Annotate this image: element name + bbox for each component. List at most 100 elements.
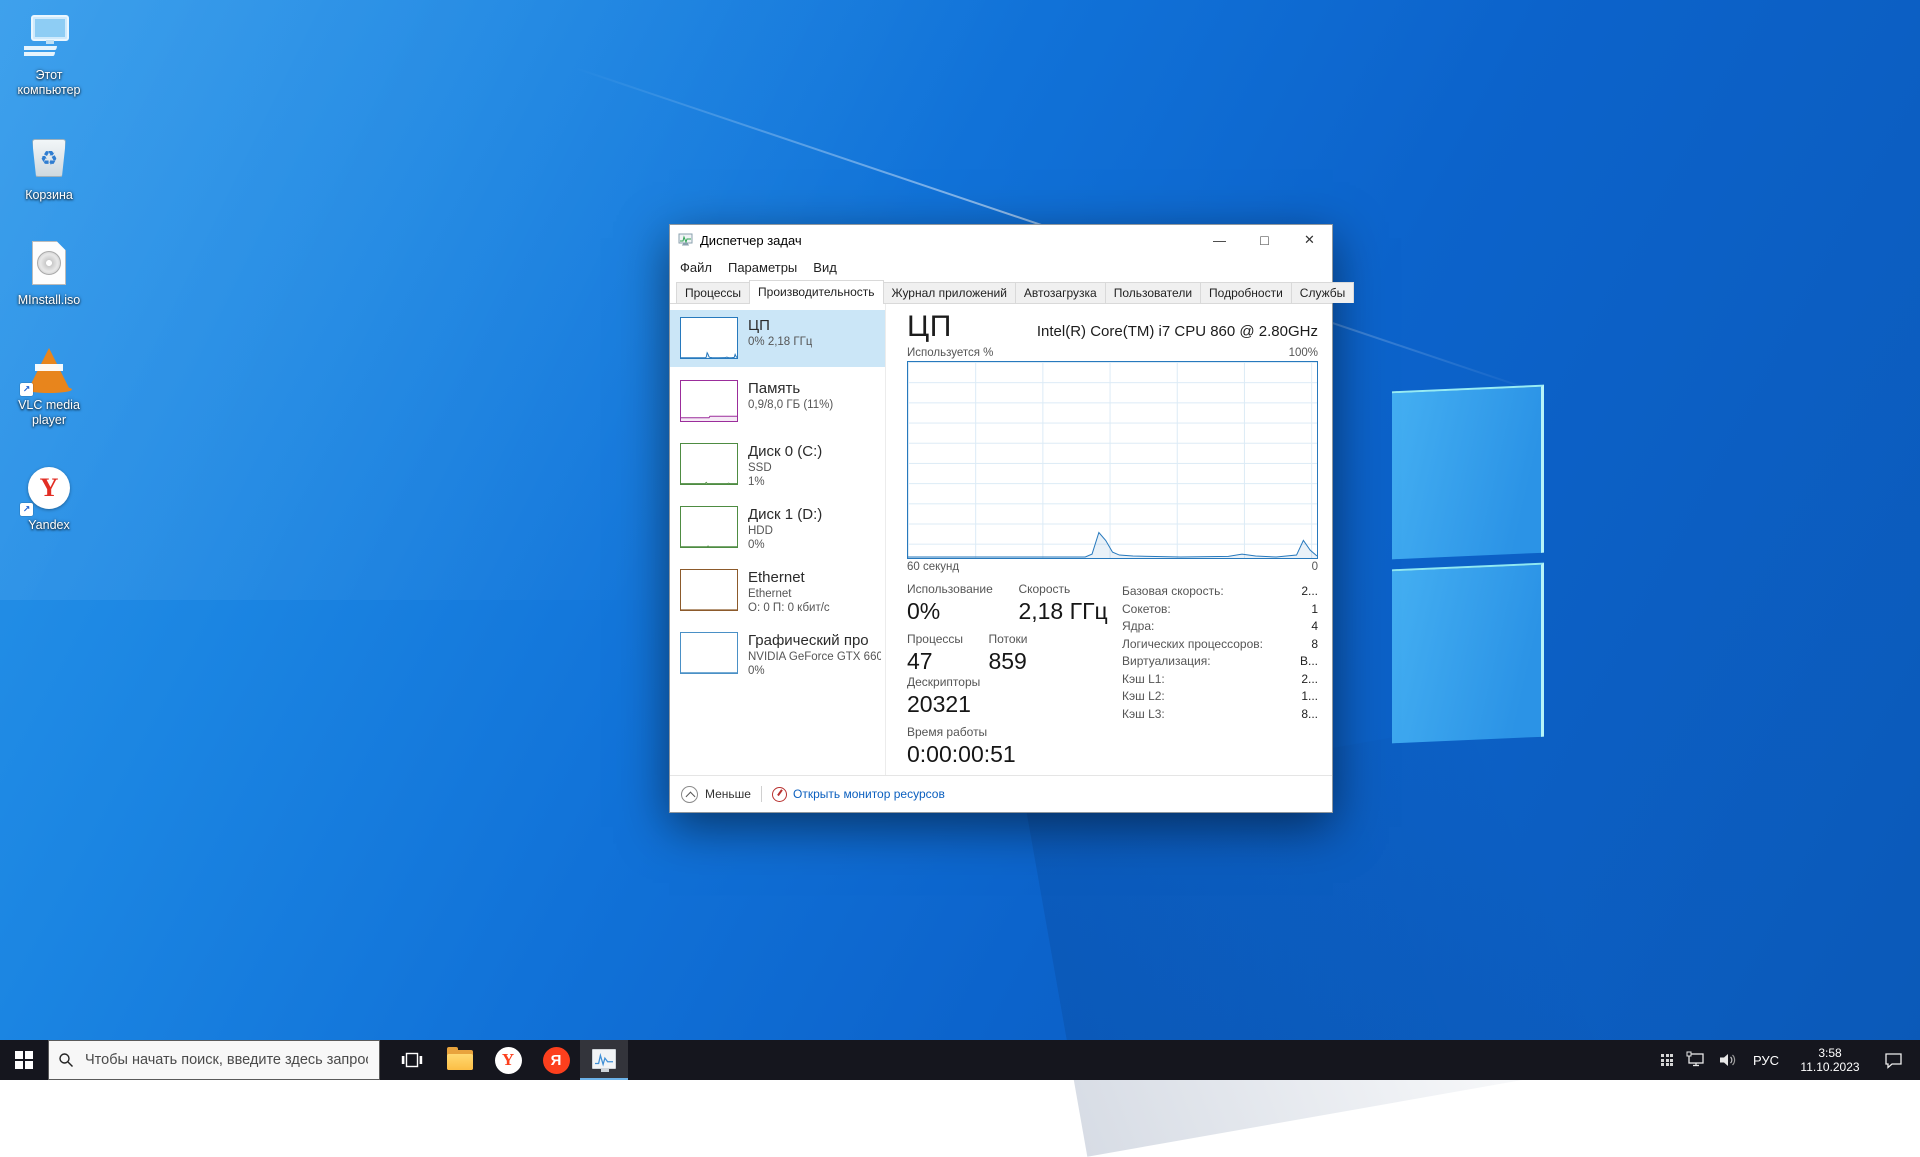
menu-view[interactable]: Вид [805,260,845,275]
sidebar-item-gpu[interactable]: Графический про NVIDIA GeForce GTX 660 0… [670,625,885,682]
desktop-icon-iso[interactable]: MInstall.iso [8,237,90,308]
processes-value: 47 [907,648,984,675]
maximize-button[interactable]: □ [1242,225,1287,255]
task-view-icon [401,1051,423,1069]
cpu-usage-line [908,362,1317,558]
task-manager-app-icon [678,232,694,248]
cpu-model-name: Intel(R) Core(TM) i7 CPU 860 @ 2.80GHz [1037,323,1318,340]
tab-services[interactable]: Службы [1291,282,1354,303]
tab-users[interactable]: Пользователи [1105,282,1201,303]
start-button[interactable] [0,1040,48,1080]
action-center-icon [1884,1052,1903,1069]
window-title: Диспетчер задач [700,233,802,248]
desktop-icon-this-pc[interactable]: Этот компьютер [8,12,90,98]
minimize-button[interactable]: — [1197,225,1242,255]
search-input[interactable] [83,1051,370,1069]
sidebar-item-memory[interactable]: Память 0,9/8,0 ГБ (11%) [670,373,885,430]
tray-grid-icon[interactable] [1654,1040,1680,1080]
shortcut-arrow-icon: ↗ [20,383,33,396]
computer-icon [24,13,74,63]
processes-label: Процессы [907,632,984,646]
graph-zero-label: 0 [1312,561,1318,573]
graph-max-label: 100% [1289,347,1318,359]
speed-value: 2,18 ГГц [1018,598,1107,625]
usage-label: Использование [907,582,1014,596]
cpu-details-block: Базовая скорость:2... Сокетов:1 Ядра:4 Л… [1122,582,1318,775]
chevron-up-circle-icon [681,786,698,803]
action-center-button[interactable] [1872,1040,1914,1080]
close-button[interactable]: ✕ [1287,225,1332,255]
tab-strip: Процессы Производительность Журнал прило… [670,279,1332,304]
system-tray: РУС 3:58 11.10.2023 [1654,1040,1920,1080]
footer-bar: Меньше Открыть монитор ресурсов [670,775,1332,812]
yandex-search-button[interactable]: Я [532,1040,580,1080]
ethernet-mini-graph [680,569,738,611]
menu-options[interactable]: Параметры [720,260,805,275]
network-icon[interactable] [1680,1040,1712,1080]
sidebar-item-disk1[interactable]: Диск 1 (D:) HDD 0% [670,499,885,556]
tab-processes[interactable]: Процессы [676,282,750,303]
desktop-icon-label: Корзина [25,188,73,203]
cpu-heading: ЦП [907,310,952,344]
footer-separator [761,786,762,802]
menu-bar: Файл Параметры Вид [670,255,1332,279]
resource-monitor-icon [772,787,787,802]
task-manager-window: Диспетчер задач — □ ✕ Файл Параметры Вид… [669,224,1333,813]
desktop-icon-recycle-bin[interactable]: ♻ Корзина [8,132,90,203]
yandex-browser-button[interactable]: Y [484,1040,532,1080]
fewer-details-button[interactable]: Меньше [705,787,751,801]
uptime-label: Время работы [907,725,1016,739]
desktop-icon-label: MInstall.iso [18,293,81,308]
desktop-wallpaper: Этот компьютер ♻ Корзина MInstall.iso ↗ … [0,0,1920,1080]
desktop-icon-label: Yandex [28,518,69,533]
cpu-stats-block: Использование 0% Скорость 2,18 ГГц Проце… [907,582,1122,775]
cpu-usage-graph [907,361,1318,559]
disk0-mini-graph [680,443,738,485]
performance-sidebar: ЦП 0% 2,18 ГГц Память 0,9/8,0 ГБ (11%) Д… [670,304,886,775]
shortcut-arrow-icon: ↗ [20,503,33,516]
cpu-mini-graph [680,317,738,359]
windows-logo-pane-top [1392,385,1544,560]
sidebar-item-disk0[interactable]: Диск 0 (C:) SSD 1% [670,436,885,493]
uptime-value: 0:00:00:51 [907,741,1016,768]
title-bar[interactable]: Диспетчер задач — □ ✕ [670,225,1332,255]
yandex-icon: Y [28,467,70,509]
windows-logo-pane-bottom [1392,563,1544,744]
cpu-panel: ЦП Intel(R) Core(TM) i7 CPU 860 @ 2.80GH… [886,304,1332,775]
desktop-icon-label: VLC media player [8,398,90,428]
desktop-icons-column: Этот компьютер ♻ Корзина MInstall.iso ↗ … [8,12,90,533]
handles-label: Дескрипторы [907,675,980,689]
usage-value: 0% [907,598,1014,625]
gpu-mini-graph [680,632,738,674]
task-view-button[interactable] [388,1040,436,1080]
task-manager-icon [592,1049,616,1069]
file-explorer-button[interactable] [436,1040,484,1080]
tab-app-history[interactable]: Журнал приложений [883,282,1016,303]
tab-performance[interactable]: Производительность [749,280,883,304]
desktop-icon-vlc[interactable]: ↗ VLC media player [8,342,90,428]
taskbar-search-box[interactable] [48,1040,380,1080]
tab-details[interactable]: Подробности [1200,282,1292,303]
speed-label: Скорость [1018,582,1107,596]
language-indicator[interactable]: РУС [1744,1040,1788,1080]
vlc-icon [29,348,69,388]
sidebar-item-ethernet[interactable]: Ethernet Ethernet О: 0 П: 0 кбит/с [670,562,885,619]
clock-date: 11.10.2023 [1800,1060,1859,1074]
open-resource-monitor-link[interactable]: Открыть монитор ресурсов [793,787,945,801]
threads-value: 859 [988,648,1051,675]
graph-timespan-label: 60 секунд [907,561,959,573]
task-manager-taskbar-button[interactable] [580,1040,628,1080]
tab-startup[interactable]: Автозагрузка [1015,282,1106,303]
threads-label: Потоки [988,632,1051,646]
taskbar: Y Я [0,1040,1920,1080]
taskbar-clock[interactable]: 3:58 11.10.2023 [1788,1040,1872,1080]
search-icon [58,1052,74,1068]
desktop-icon-yandex[interactable]: Y ↗ Yandex [8,462,90,533]
windows-start-icon [15,1051,33,1069]
desktop-icon-label: Этот компьютер [8,68,90,98]
volume-icon[interactable] [1712,1040,1744,1080]
sidebar-item-cpu[interactable]: ЦП 0% 2,18 ГГц [670,310,885,367]
folder-icon [447,1050,473,1070]
menu-file[interactable]: Файл [672,260,720,275]
yandex-browser-icon: Y [495,1047,522,1074]
